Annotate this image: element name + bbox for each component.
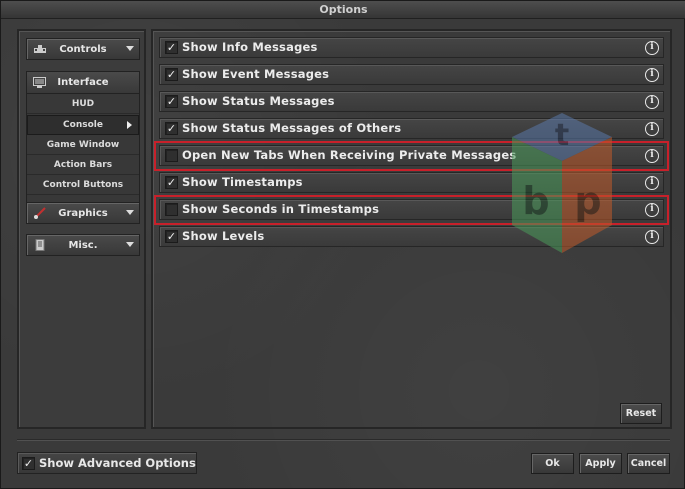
- sidebar-item-label: Action Bars: [53, 159, 113, 170]
- chevron-down-icon: [126, 242, 134, 247]
- option-label: Show Levels: [182, 229, 265, 243]
- show-timestamps-checkbox[interactable]: ✓: [165, 176, 178, 189]
- info-icon[interactable]: i: [645, 203, 659, 217]
- show-event-messages-checkbox[interactable]: ✓: [165, 68, 178, 81]
- sidebar-item-label: Console: [63, 120, 103, 130]
- sidebar-item-action-bars[interactable]: Action Bars: [27, 155, 139, 175]
- option-label: Show Seconds in Timestamps: [182, 202, 380, 216]
- option-label: Show Timestamps: [182, 175, 303, 189]
- logo-letter-top: t: [555, 118, 569, 153]
- monitor-icon: [33, 77, 46, 88]
- apply-button[interactable]: Apply: [579, 453, 622, 474]
- sidebar-interface-label: Interface: [57, 77, 109, 88]
- sidebar-graphics-button[interactable]: Graphics: [26, 202, 140, 224]
- sidebar: Controls Interface HUD Console Game Wind…: [17, 29, 146, 429]
- option-label: Show Event Messages: [182, 67, 330, 81]
- show-info-messages-checkbox[interactable]: ✓: [165, 41, 178, 54]
- option-label: Show Info Messages: [182, 40, 318, 54]
- chevron-right-icon: [127, 121, 132, 129]
- gamepad-icon: [34, 45, 46, 53]
- sidebar-controls-label: Controls: [59, 43, 107, 55]
- info-icon[interactable]: i: [645, 95, 659, 109]
- show-advanced-options[interactable]: ✓ Show Advanced Options: [17, 452, 197, 474]
- sidebar-item-label: HUD: [71, 98, 95, 109]
- sidebar-graphics-label: Graphics: [58, 207, 108, 219]
- sidebar-interface-button[interactable]: Interface: [27, 72, 139, 94]
- info-icon[interactable]: i: [645, 230, 659, 244]
- option-label: Open New Tabs When Receiving Private Mes…: [182, 148, 517, 162]
- sidebar-controls-button[interactable]: Controls: [26, 38, 140, 60]
- info-icon[interactable]: i: [645, 149, 659, 163]
- brush-icon: [34, 207, 46, 219]
- option-show-event-messages: ✓ Show Event Messages i: [159, 64, 664, 85]
- show-advanced-options-label: Show Advanced Options: [39, 456, 196, 470]
- sidebar-item-hud[interactable]: HUD: [27, 94, 139, 114]
- sidebar-item-label: Game Window: [46, 139, 120, 150]
- option-label: Show Status Messages of Others: [182, 121, 402, 135]
- chevron-down-icon: [126, 46, 134, 51]
- sidebar-item-game-window[interactable]: Game Window: [27, 135, 139, 155]
- show-status-messages-checkbox[interactable]: ✓: [165, 95, 178, 108]
- footer-divider: [17, 439, 670, 441]
- sidebar-item-label: Control Buttons: [42, 179, 124, 190]
- info-icon[interactable]: i: [645, 41, 659, 55]
- sidebar-interface-group: Interface HUD Console Game Window Action…: [26, 71, 140, 219]
- cube-logo: t b p: [512, 113, 612, 253]
- show-status-messages-of-others-checkbox[interactable]: ✓: [165, 122, 178, 135]
- options-window: Options Controls Interface HUD Console G…: [0, 0, 685, 489]
- info-icon[interactable]: i: [645, 176, 659, 190]
- option-show-info-messages: ✓ Show Info Messages i: [159, 37, 664, 58]
- cancel-button[interactable]: Cancel: [627, 453, 670, 474]
- info-icon[interactable]: i: [645, 122, 659, 136]
- window-title: Options: [1, 1, 685, 19]
- chevron-down-icon: [126, 210, 134, 215]
- logo-letter-left: b: [522, 179, 549, 223]
- scroll-icon: [35, 239, 45, 251]
- sidebar-item-control-buttons[interactable]: Control Buttons: [27, 175, 139, 195]
- ok-button[interactable]: Ok: [531, 453, 574, 474]
- open-new-tabs-checkbox[interactable]: [165, 149, 178, 162]
- sidebar-misc-button[interactable]: Misc.: [26, 234, 140, 256]
- show-levels-checkbox[interactable]: ✓: [165, 230, 178, 243]
- sidebar-item-console[interactable]: Console: [27, 115, 139, 135]
- info-icon[interactable]: i: [645, 68, 659, 82]
- show-seconds-checkbox[interactable]: [165, 203, 178, 216]
- show-advanced-options-checkbox[interactable]: ✓: [22, 457, 35, 470]
- sidebar-misc-label: Misc.: [68, 239, 98, 251]
- option-label: Show Status Messages: [182, 94, 335, 108]
- reset-button[interactable]: Reset: [620, 403, 662, 424]
- logo-letter-right: p: [574, 179, 601, 223]
